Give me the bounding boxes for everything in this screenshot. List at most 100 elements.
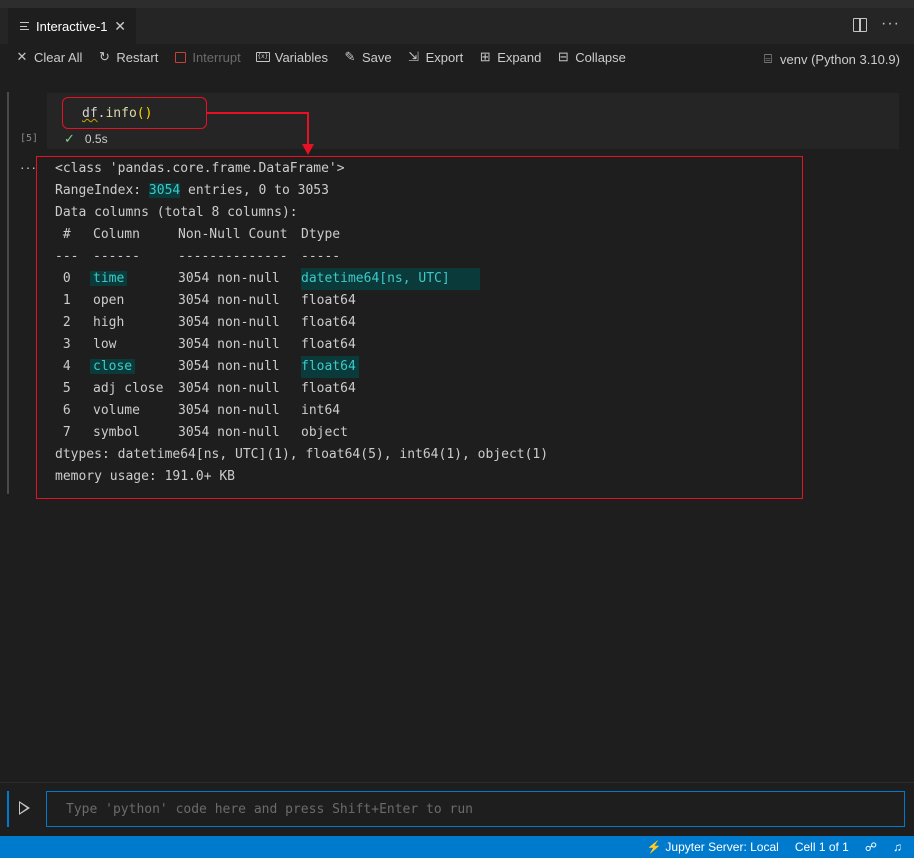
execution-duration: 0.5s — [84, 132, 108, 146]
row-non-null: 3054 non-null — [178, 293, 280, 308]
row-idx: 2 — [55, 315, 71, 330]
export-label: Export — [425, 49, 464, 65]
row-column: high — [93, 315, 125, 330]
row-non-null: 3054 non-null — [178, 381, 280, 396]
row-column: adj close — [93, 381, 164, 396]
row-idx: 3 — [55, 337, 71, 352]
interrupt-label: Interrupt — [192, 49, 241, 65]
range-prefix: RangeIndex: — [55, 183, 149, 198]
save-button[interactable]: ✎ Save — [342, 46, 392, 68]
output-row: 3 low 3054 non-null float64 — [55, 334, 548, 356]
console-focus-bar — [7, 791, 9, 827]
output-separator-row: --- ------ -------------- ----- — [55, 246, 548, 268]
kernel-picker[interactable]: ⌸ venv (Python 3.10.9) — [760, 48, 900, 70]
row-idx: 4 — [55, 359, 71, 374]
collapse-icon: ⊟ — [557, 49, 569, 64]
row-idx: 7 — [55, 425, 71, 440]
output-range-line: RangeIndex: 3054 entries, 0 to 3053 — [55, 180, 548, 202]
tab-bar: Interactive-1 ✕ ··· — [0, 8, 914, 44]
run-icon[interactable] — [19, 801, 30, 815]
row-dtype: float64 — [301, 315, 356, 330]
output-dtypes: dtypes: datetime64[ns, UTC](1), float64(… — [55, 447, 549, 462]
interrupt-button[interactable]: Interrupt — [172, 46, 241, 68]
clear-all-button[interactable]: ✕ Clear All — [14, 46, 83, 68]
tab-actions: ··· — [853, 16, 900, 32]
separator-non-null: -------------- — [178, 249, 288, 264]
row-dtype: int64 — [301, 403, 341, 418]
row-dtype: float64 — [301, 293, 356, 308]
variables-button[interactable]: {x} Variables — [255, 46, 328, 68]
clear-all-label: Clear All — [34, 49, 83, 65]
export-button[interactable]: ⇲ Export — [406, 46, 464, 68]
console-input[interactable] — [46, 791, 905, 827]
row-column: close — [90, 359, 136, 374]
separator-dtype: ----- — [301, 249, 341, 264]
row-dtype: datetime64[ns, UTC] — [301, 268, 480, 290]
row-idx: 0 — [55, 271, 71, 286]
collapse-label: Collapse — [575, 49, 626, 65]
row-dtype: float64 — [301, 356, 359, 378]
row-non-null: 3054 non-null — [178, 425, 280, 440]
output-more-icon[interactable]: ··· — [20, 159, 37, 175]
output-row: 7 symbol 3054 non-null object — [55, 422, 548, 444]
output-data-columns: Data columns (total 8 columns): — [55, 205, 298, 220]
output-class-line: <class 'pandas.core.frame.DataFrame'> — [55, 161, 345, 176]
export-icon: ⇲ — [408, 49, 420, 64]
row-dtype: float64 — [301, 381, 356, 396]
status-bar: ⚡ Jupyter Server: Local Cell 1 of 1 ☍ ♫ — [0, 836, 914, 858]
annotation-arrow-vertical — [307, 112, 309, 146]
row-non-null: 3054 non-null — [178, 271, 280, 286]
server-icon: ⌸ — [764, 51, 772, 66]
row-dtype: object — [301, 425, 348, 440]
collapse-button[interactable]: ⊟ Collapse — [555, 46, 626, 68]
jupyter-server-status[interactable]: ⚡ Jupyter Server: Local — [646, 840, 778, 854]
row-idx: 1 — [55, 293, 71, 308]
cell-focus-bar — [7, 92, 9, 494]
output-header-row: # Column Non-Null Count Dtype — [55, 224, 548, 246]
separator-idx: --- — [55, 249, 79, 264]
output-row: 4 close 3054 non-null float64 — [55, 356, 548, 378]
tab-interactive[interactable]: Interactive-1 ✕ — [8, 8, 136, 44]
row-column: time — [90, 271, 128, 286]
restart-button[interactable]: ↻ Restart — [96, 46, 158, 68]
split-editor-icon[interactable] — [853, 18, 868, 32]
close-icon: ✕ — [16, 49, 28, 64]
console-separator — [0, 782, 914, 783]
cell-position-status[interactable]: Cell 1 of 1 — [795, 840, 849, 854]
save-label: Save — [361, 49, 392, 65]
output-row: 6 volume 3054 non-null int64 — [55, 400, 548, 422]
window-top-strip — [0, 0, 914, 8]
variables-label: Variables — [274, 49, 328, 65]
row-non-null: 3054 non-null — [178, 315, 280, 330]
feedback-icon[interactable]: ☍ — [865, 840, 877, 854]
annotation-arrow-head — [302, 144, 314, 155]
more-actions-icon[interactable]: ··· — [881, 16, 900, 32]
row-column: volume — [93, 403, 140, 418]
variables-icon: {x} — [255, 52, 270, 62]
annotation-arrow-horizontal — [207, 112, 309, 114]
annotation-code-box — [62, 97, 207, 129]
row-non-null: 3054 non-null — [178, 337, 280, 352]
range-suffix: entries, 0 to 3053 — [180, 183, 329, 198]
expand-button[interactable]: ⊞ Expand — [477, 46, 542, 68]
jupyter-server-label: Jupyter Server: Local — [665, 840, 779, 854]
row-column: low — [93, 337, 117, 352]
row-idx: 5 — [55, 381, 71, 396]
row-idx: 6 — [55, 403, 71, 418]
execution-count: [5] — [20, 133, 39, 144]
separator-column: ------ — [93, 249, 140, 264]
output-row: 1 open 3054 non-null float64 — [55, 290, 548, 312]
expand-icon: ⊞ — [479, 49, 491, 64]
row-column: open — [93, 293, 125, 308]
bell-icon[interactable]: ♫ — [893, 840, 902, 854]
restart-label: Restart — [116, 49, 159, 65]
output-row: 0 time 3054 non-null datetime64[ns, UTC] — [55, 268, 548, 290]
restart-icon: ↻ — [98, 49, 110, 64]
plug-icon: ⚡ — [646, 840, 662, 854]
header-idx: # — [55, 227, 71, 242]
row-dtype: float64 — [301, 337, 356, 352]
check-icon: ✓ — [64, 131, 75, 146]
close-icon[interactable]: ✕ — [114, 18, 126, 35]
list-icon — [20, 20, 32, 32]
header-dtype: Dtype — [301, 227, 341, 242]
